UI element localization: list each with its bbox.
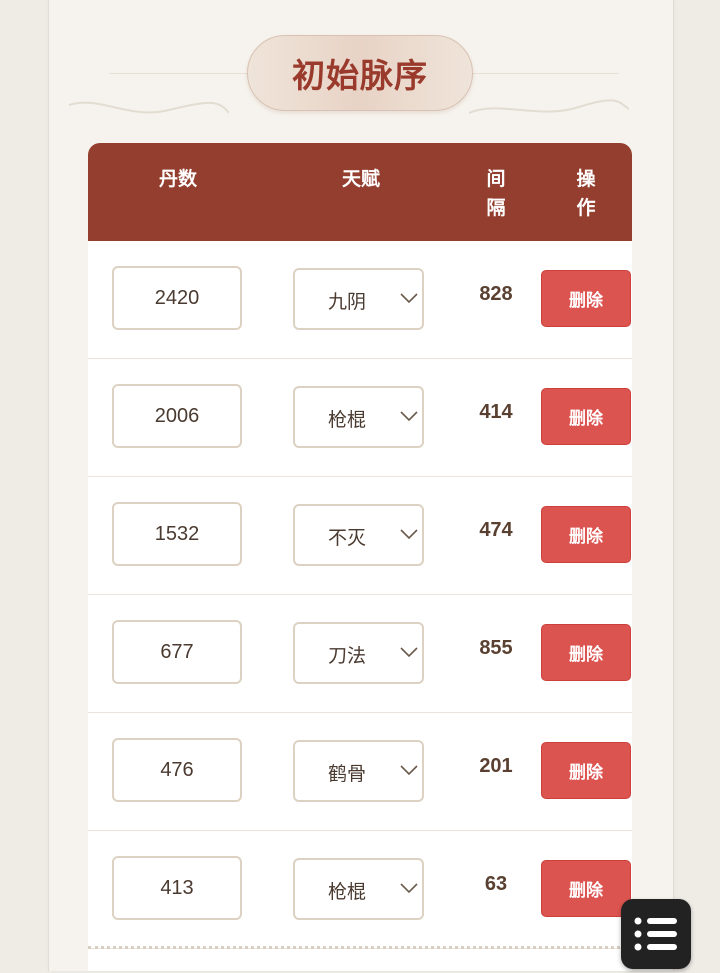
title-deco-line-right [469, 73, 619, 74]
talent-select[interactable]: 刀法 [293, 622, 424, 684]
chevron-down-icon [400, 411, 418, 422]
count-input[interactable]: 2420 [112, 266, 242, 330]
interval-value: 828 [479, 283, 513, 305]
table-row: 476 鹤骨 201 删除 [88, 713, 632, 831]
table-row: 413 枪棍 63 删除 [88, 831, 632, 949]
interval-value: 414 [479, 401, 513, 423]
count-input[interactable]: 1532 [112, 502, 242, 566]
table-row: 677 刀法 855 删除 [88, 595, 632, 713]
header-interval: 间 隔 [476, 165, 516, 223]
chevron-down-icon [400, 529, 418, 540]
talent-select-value: 九阴 [328, 291, 367, 313]
delete-button[interactable]: 删除 [541, 506, 631, 563]
chevron-down-icon [400, 647, 418, 658]
chevron-down-icon [400, 883, 418, 894]
table-bottom-separator [88, 946, 632, 949]
chevron-down-icon [400, 293, 418, 304]
page-title: 初始脉序 [247, 35, 473, 111]
header-action-line2: 作 [576, 197, 596, 219]
header-interval-line2: 隔 [486, 197, 506, 219]
chevron-down-icon [400, 765, 418, 776]
wave-decoration-left [69, 101, 229, 114]
talent-select-value: 鹤骨 [328, 763, 367, 785]
table-header: 丹数 天赋 间 隔 操 作 [88, 143, 632, 241]
table-row: 1532 不灭 474 删除 [88, 477, 632, 595]
header-count: 丹数 [158, 168, 197, 190]
talent-select-value: 不灭 [328, 527, 367, 549]
delete-button[interactable]: 删除 [541, 860, 631, 917]
header-interval-line1: 间 [486, 168, 506, 190]
delete-button[interactable]: 删除 [541, 624, 631, 681]
talent-select[interactable]: 枪棍 [293, 386, 424, 448]
talent-select-value: 枪棍 [328, 881, 367, 903]
interval-value: 201 [479, 755, 513, 777]
talent-select[interactable]: 鹤骨 [293, 740, 424, 802]
header-talent: 天赋 [341, 168, 380, 190]
count-input[interactable]: 476 [112, 738, 242, 802]
delete-button[interactable]: 删除 [541, 742, 631, 799]
talent-select-value: 刀法 [328, 645, 367, 667]
talent-select[interactable]: 不灭 [293, 504, 424, 566]
delete-button[interactable]: 删除 [541, 388, 631, 445]
floating-menu-button[interactable] [621, 899, 691, 969]
talent-select[interactable]: 枪棍 [293, 858, 424, 920]
list-menu-icon [634, 917, 677, 951]
wave-decoration-right [469, 99, 629, 114]
table-row: 2006 枪棍 414 删除 [88, 359, 632, 477]
talent-select-value: 枪棍 [328, 409, 367, 431]
interval-value: 474 [479, 519, 513, 541]
pulse-order-table: 丹数 天赋 间 隔 操 作 2420 九阴 828 删除 2006 枪棍 414… [88, 143, 632, 971]
count-input[interactable]: 413 [112, 856, 242, 920]
talent-select[interactable]: 九阴 [293, 268, 424, 330]
interval-value: 855 [479, 637, 513, 659]
delete-button[interactable]: 删除 [541, 270, 631, 327]
count-input[interactable]: 2006 [112, 384, 242, 448]
header-action: 操 作 [566, 165, 606, 223]
interval-value: 63 [484, 873, 508, 895]
count-input[interactable]: 677 [112, 620, 242, 684]
header-action-line1: 操 [576, 168, 596, 190]
table-row: 2420 九阴 828 删除 [88, 241, 632, 359]
